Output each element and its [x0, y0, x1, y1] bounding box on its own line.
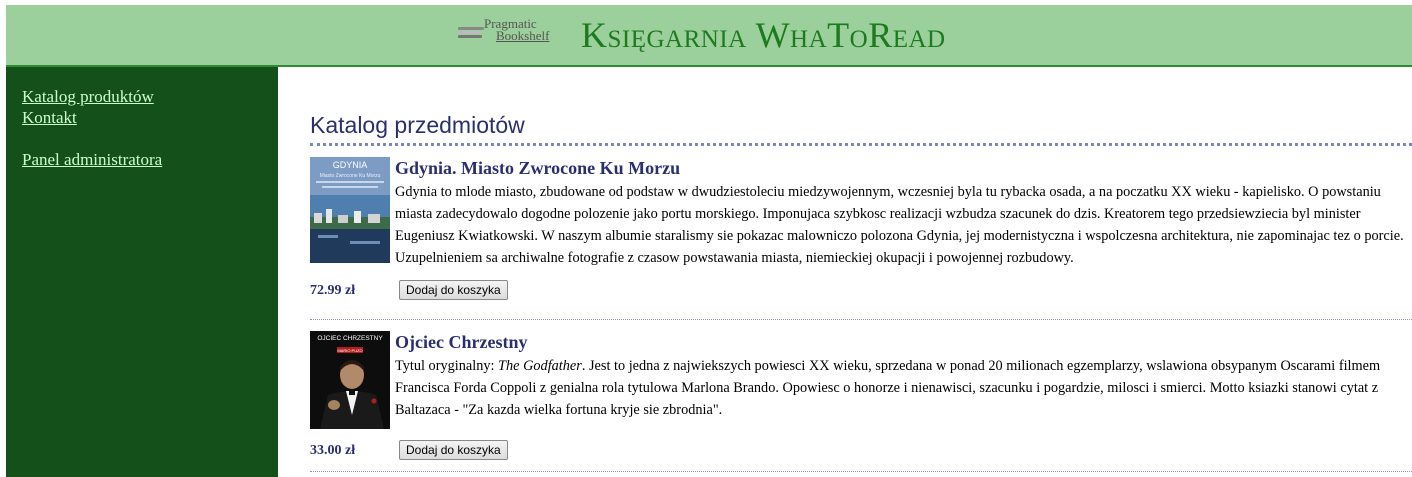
- sidebar-link-contact[interactable]: Kontakt: [22, 108, 77, 128]
- original-title: The Godfather: [498, 358, 582, 374]
- cover-title: GDYNIA: [333, 160, 368, 170]
- sidebar-link-catalog[interactable]: Katalog produktów: [22, 87, 154, 107]
- product-item: OJCIEC CHRZESTNY MARIO PUZO Ojciec Chrze…: [310, 331, 1412, 477]
- product-divider: [310, 471, 1412, 472]
- product-description: Gdynia to mlode miasto, zbudowane od pod…: [395, 184, 1404, 266]
- product-price: 33.00 zł: [310, 443, 356, 458]
- books-icon: [458, 27, 484, 41]
- add-to-cart-button[interactable]: Dodaj do koszyka: [399, 280, 508, 300]
- sidebar-link-admin-panel[interactable]: Panel administratora: [22, 150, 162, 170]
- main-content: Katalog przedmiotów GDYNIA Miasto Zwroco…: [310, 67, 1412, 477]
- add-to-cart-button[interactable]: Dodaj do koszyka: [399, 440, 508, 460]
- description-prefix: Tytul oryginalny:: [395, 358, 499, 374]
- cover-author: MARIO PUZO: [337, 348, 362, 353]
- page-title: Katalog przedmiotów: [310, 112, 525, 138]
- logo-line-2: Bookshelf: [496, 28, 550, 43]
- cover-subtitle: Miasto Zwrocone Ku Morzu: [320, 173, 381, 179]
- product-item: GDYNIA Miasto Zwrocone Ku Morzu Gdynia. …: [310, 157, 1412, 321]
- pragmatic-bookshelf-logo: Pragmatic Bookshelf: [458, 17, 568, 47]
- heading-divider: [310, 143, 1412, 146]
- product-description: Tytul oryginalny: The Godfather. Jest to…: [395, 355, 1410, 421]
- cover-title: OJCIEC CHRZESTNY: [317, 335, 383, 342]
- header-banner: Pragmatic Bookshelf Księgarnia WhaToRead: [6, 5, 1412, 67]
- page: Pragmatic Bookshelf Księgarnia WhaToRead…: [6, 5, 1412, 477]
- product-cover-image[interactable]: OJCIEC CHRZESTNY MARIO PUZO: [310, 331, 390, 429]
- product-cover-image[interactable]: GDYNIA Miasto Zwrocone Ku Morzu: [310, 157, 390, 263]
- product-price: 72.99 zł: [310, 283, 356, 298]
- product-title[interactable]: Ojciec Chrzestny: [395, 331, 527, 353]
- sidebar: Katalog produktów Kontakt Panel administ…: [6, 67, 278, 477]
- store-title: Księgarnia WhaToRead: [581, 15, 946, 55]
- product-divider: [310, 319, 1412, 320]
- product-title[interactable]: Gdynia. Miasto Zwrocone Ku Morzu: [395, 157, 680, 179]
